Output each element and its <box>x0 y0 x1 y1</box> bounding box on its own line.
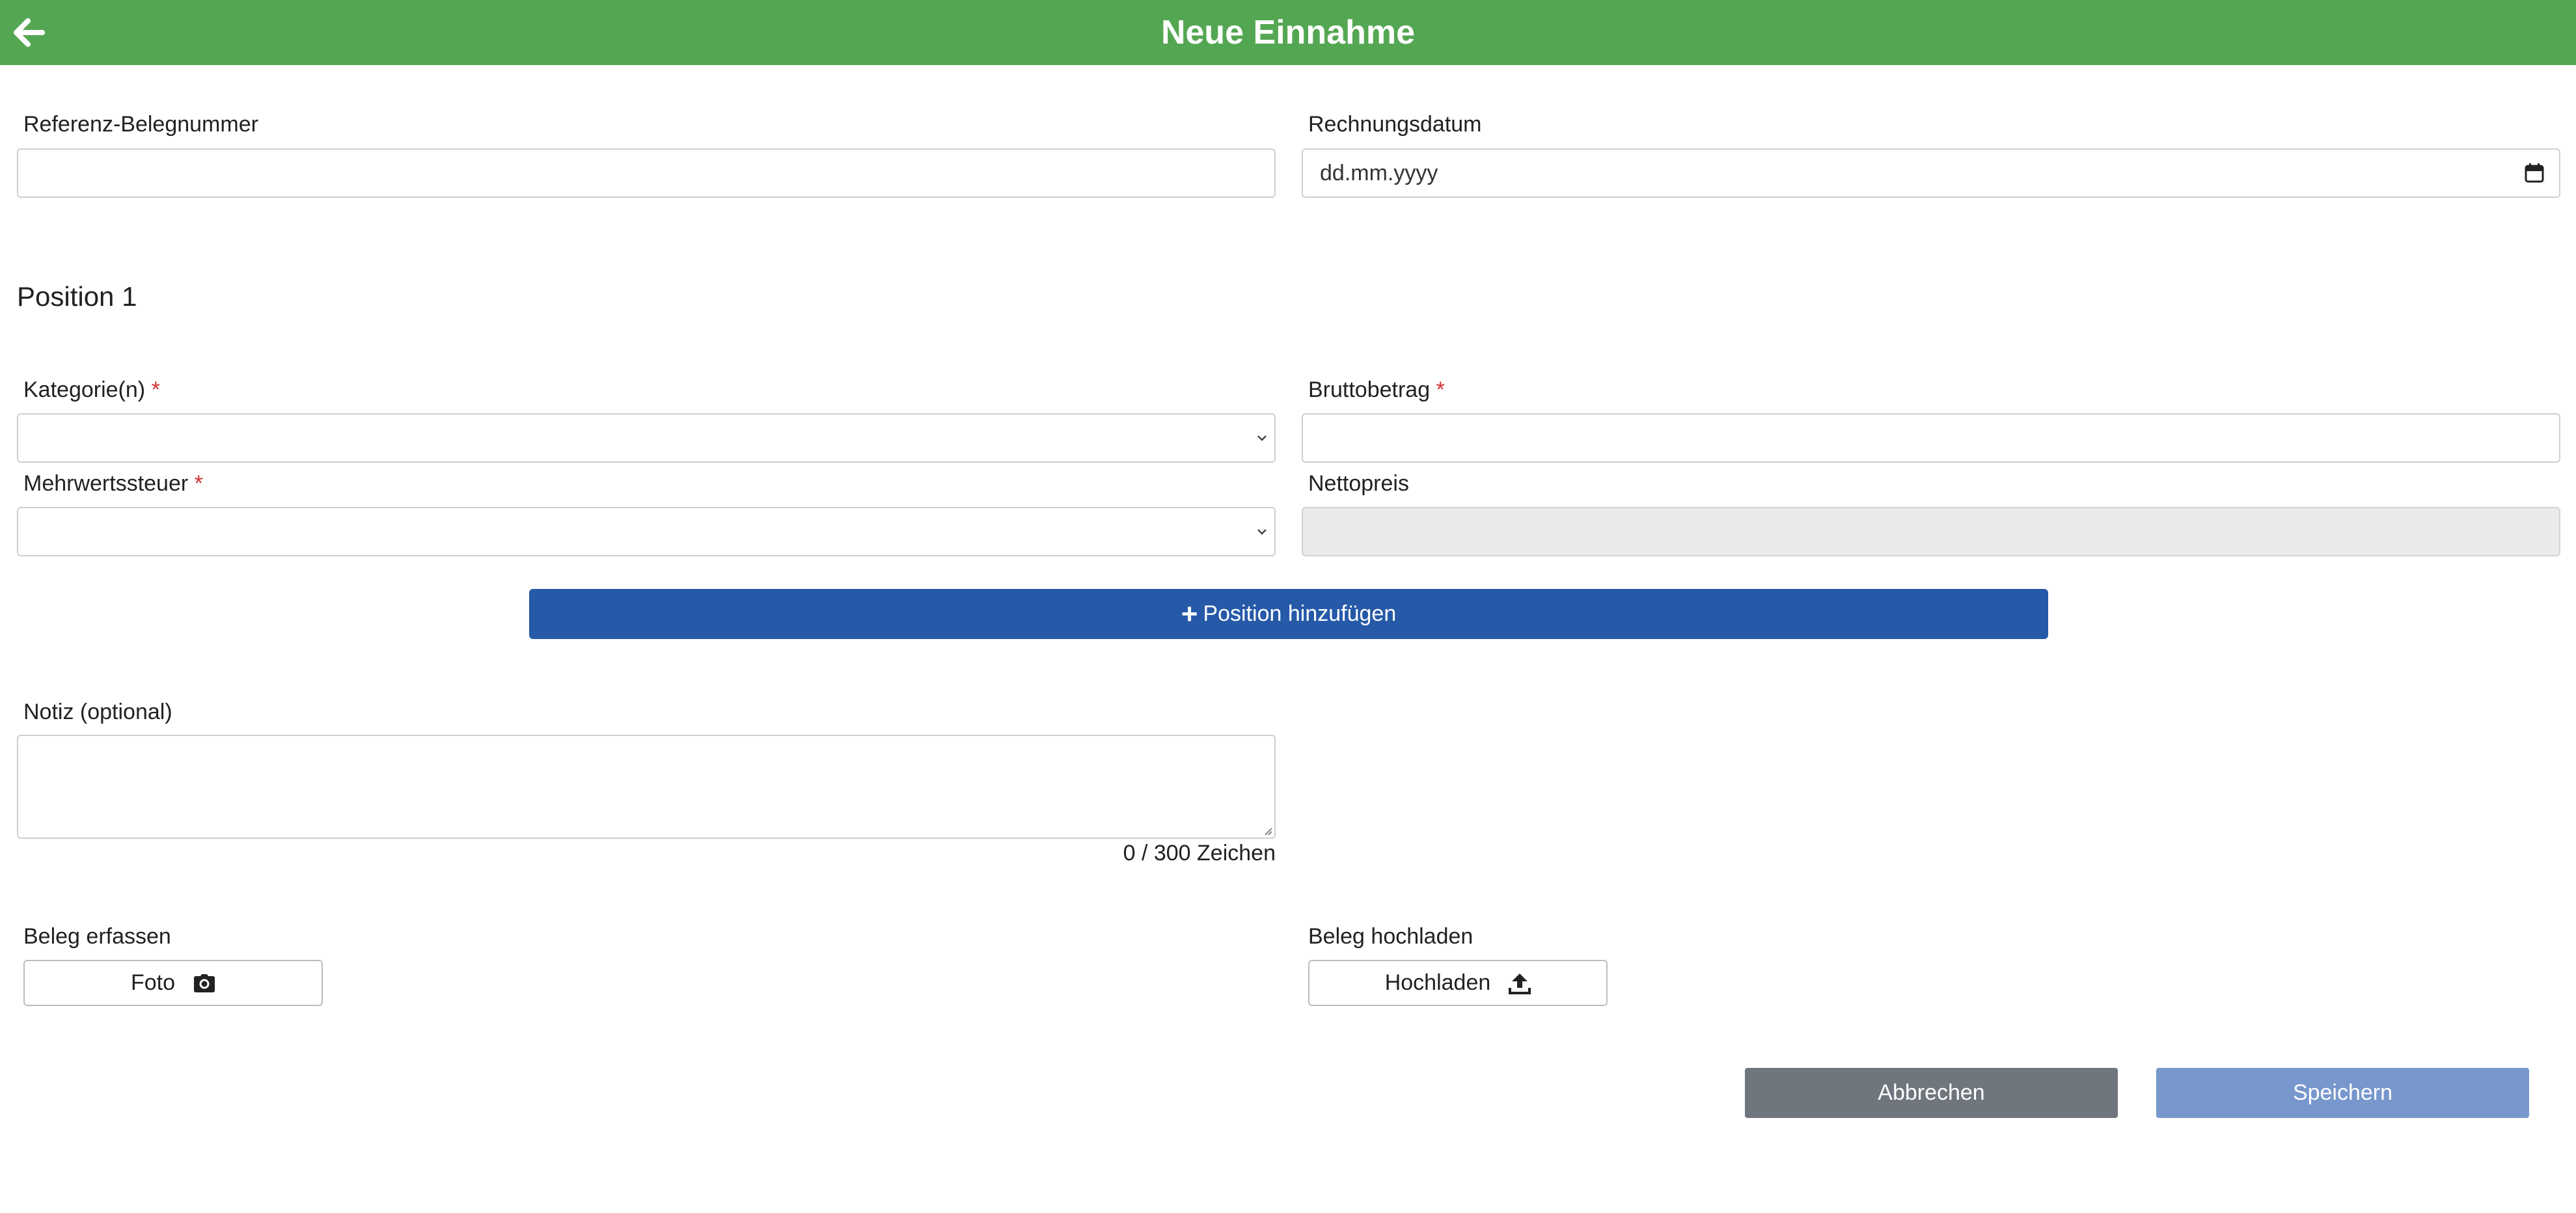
add-position-button[interactable]: + Position hinzufügen <box>529 589 2048 639</box>
vat-label: Mehrwertssteuer * <box>23 471 203 497</box>
page-title: Neue Einnahme <box>1160 14 1416 51</box>
vat-select[interactable] <box>17 507 1276 556</box>
category-label-text: Kategorie(n) <box>23 377 146 402</box>
gross-label: Bruttobetrag * <box>1308 377 1445 403</box>
add-position-label: Position hinzufügen <box>1203 601 1397 626</box>
capture-label: Beleg erfassen <box>23 924 171 949</box>
arrow-left-icon <box>14 18 45 47</box>
required-marker: * <box>194 471 203 496</box>
note-label: Notiz (optional) <box>23 700 172 724</box>
upload-button-label: Hochladen <box>1384 970 1491 995</box>
chevron-down-icon <box>1257 529 1267 535</box>
note-char-counter: 0 / 300 Zeichen <box>1123 841 1276 865</box>
upload-icon <box>1509 972 1531 994</box>
invoice-date-placeholder: dd.mm.yyyy <box>1320 161 1438 185</box>
position-title: Position 1 <box>17 281 137 312</box>
upload-label: Beleg hochladen <box>1308 924 1473 949</box>
upload-button[interactable]: Hochladen <box>1308 960 1608 1006</box>
app-header: Neue Einnahme <box>0 0 2576 65</box>
category-select[interactable] <box>17 413 1276 463</box>
net-label: Nettopreis <box>1308 471 1409 496</box>
category-label: Kategorie(n) * <box>23 377 160 403</box>
gross-amount-input[interactable] <box>1302 413 2560 463</box>
required-marker: * <box>1436 377 1445 402</box>
plus-icon: + <box>1181 597 1198 630</box>
save-button[interactable]: Speichern <box>2156 1068 2529 1118</box>
reference-label: Referenz-Belegnummer <box>23 112 258 137</box>
gross-label-text: Bruttobetrag <box>1308 377 1431 402</box>
reference-input[interactable] <box>17 148 1276 198</box>
invoice-date-input[interactable]: dd.mm.yyyy <box>1302 148 2560 198</box>
note-textarea[interactable] <box>17 735 1276 839</box>
photo-button[interactable]: Foto <box>23 960 323 1006</box>
vat-label-text: Mehrwertssteuer <box>23 471 189 496</box>
resize-grip-icon[interactable] <box>1261 825 1273 836</box>
chevron-down-icon <box>1257 435 1267 441</box>
required-marker: * <box>151 377 160 402</box>
camera-icon <box>193 974 215 992</box>
cancel-button[interactable]: Abbrechen <box>1745 1068 2118 1118</box>
back-button[interactable] <box>9 14 48 51</box>
photo-button-label: Foto <box>130 970 176 995</box>
net-price-input <box>1302 507 2560 556</box>
calendar-icon[interactable] <box>2524 163 2545 184</box>
invoice-date-label: Rechnungsdatum <box>1308 112 1482 137</box>
